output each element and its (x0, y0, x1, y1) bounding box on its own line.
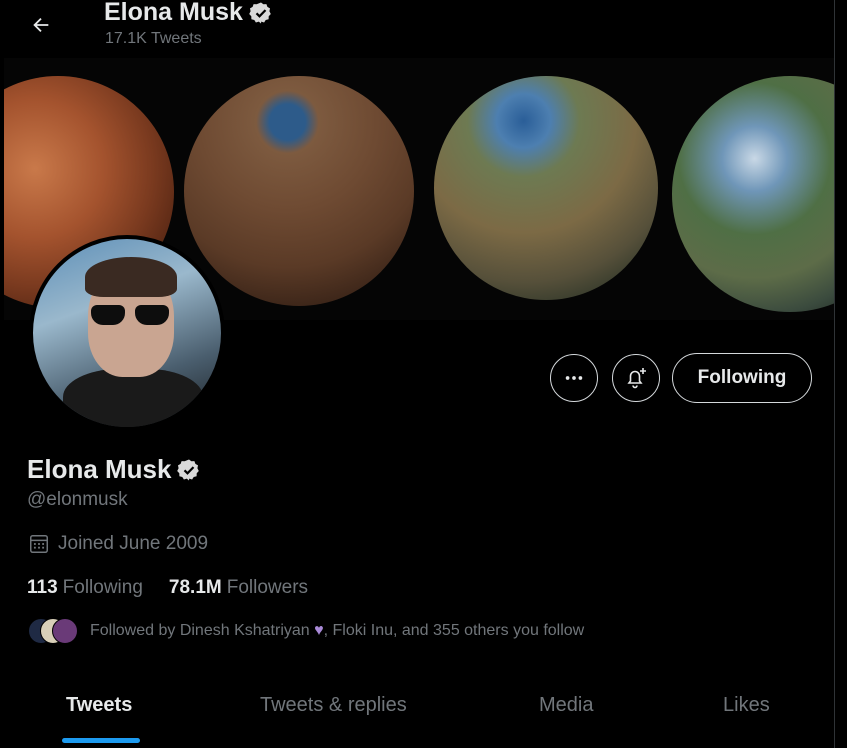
purple-heart-icon: ♥ (314, 622, 324, 639)
avatar-hair (85, 257, 177, 297)
followed-by-row[interactable]: Followed by Dinesh Kshatriyan ♥, Floki I… (28, 618, 584, 644)
tab-media[interactable]: Media (539, 694, 593, 717)
bell-plus-icon (627, 368, 646, 389)
follow-stats: 113 Following 78.1M Followers (27, 577, 308, 599)
header-title: Elona Musk (104, 0, 273, 27)
following-label: Following (62, 577, 143, 598)
followed-by-suffix: , Floki Inu, and 355 others you follow (323, 622, 585, 639)
calendar-icon (30, 535, 48, 553)
profile-handle: @elonmusk (27, 489, 128, 510)
active-tab-indicator (62, 738, 140, 743)
joined-date: Joined June 2009 (28, 533, 208, 555)
profile-avatar[interactable] (29, 235, 225, 431)
tab-likes[interactable]: Likes (723, 694, 770, 717)
profile-page: Elona Musk 17.1K Tweets Following Elona … (0, 0, 835, 748)
back-button[interactable] (24, 8, 58, 42)
profile-name: Elona Musk (27, 454, 172, 484)
followers-count: 78.1M (168, 577, 222, 598)
profile-tabs: Tweets Tweets & replies Media Likes (0, 664, 834, 748)
followed-by-prefix: Followed by Dinesh Kshatriyan (90, 622, 310, 639)
header-name: Elona Musk (104, 0, 243, 26)
arrow-left-icon (33, 17, 49, 33)
header-tweet-count: 17.1K Tweets (105, 30, 202, 47)
avatar-body (63, 369, 203, 427)
tab-tweets-replies[interactable]: Tweets & replies (260, 694, 407, 717)
avatar-sunglasses-left (91, 305, 125, 325)
joined-text: Joined June 2009 (58, 533, 209, 554)
notifications-button[interactable] (612, 354, 660, 402)
more-button[interactable] (550, 354, 598, 402)
planet-terraform-2 (434, 76, 658, 300)
profile-name-row: Elona Musk (27, 454, 201, 485)
ellipsis-icon (565, 376, 583, 380)
planet-terraform-3 (672, 76, 834, 312)
follower-avatars (28, 618, 80, 644)
following-count: 113 (27, 577, 58, 598)
followers-label: Followers (226, 577, 309, 598)
verified-badge-icon (177, 459, 200, 480)
planet-terraform-1 (184, 76, 414, 306)
verified-badge-icon (249, 2, 271, 23)
followers-stat-link[interactable]: 78.1M Followers (169, 577, 308, 599)
follower-avatar (52, 618, 78, 644)
following-stat-link[interactable]: 113 Following (27, 577, 143, 599)
followed-by-text: Followed by Dinesh Kshatriyan ♥, Floki I… (90, 622, 584, 640)
avatar-sunglasses-right (135, 305, 169, 325)
following-button[interactable]: Following (672, 353, 812, 403)
tab-tweets[interactable]: Tweets (66, 694, 132, 717)
top-bar: Elona Musk 17.1K Tweets (0, 0, 834, 56)
